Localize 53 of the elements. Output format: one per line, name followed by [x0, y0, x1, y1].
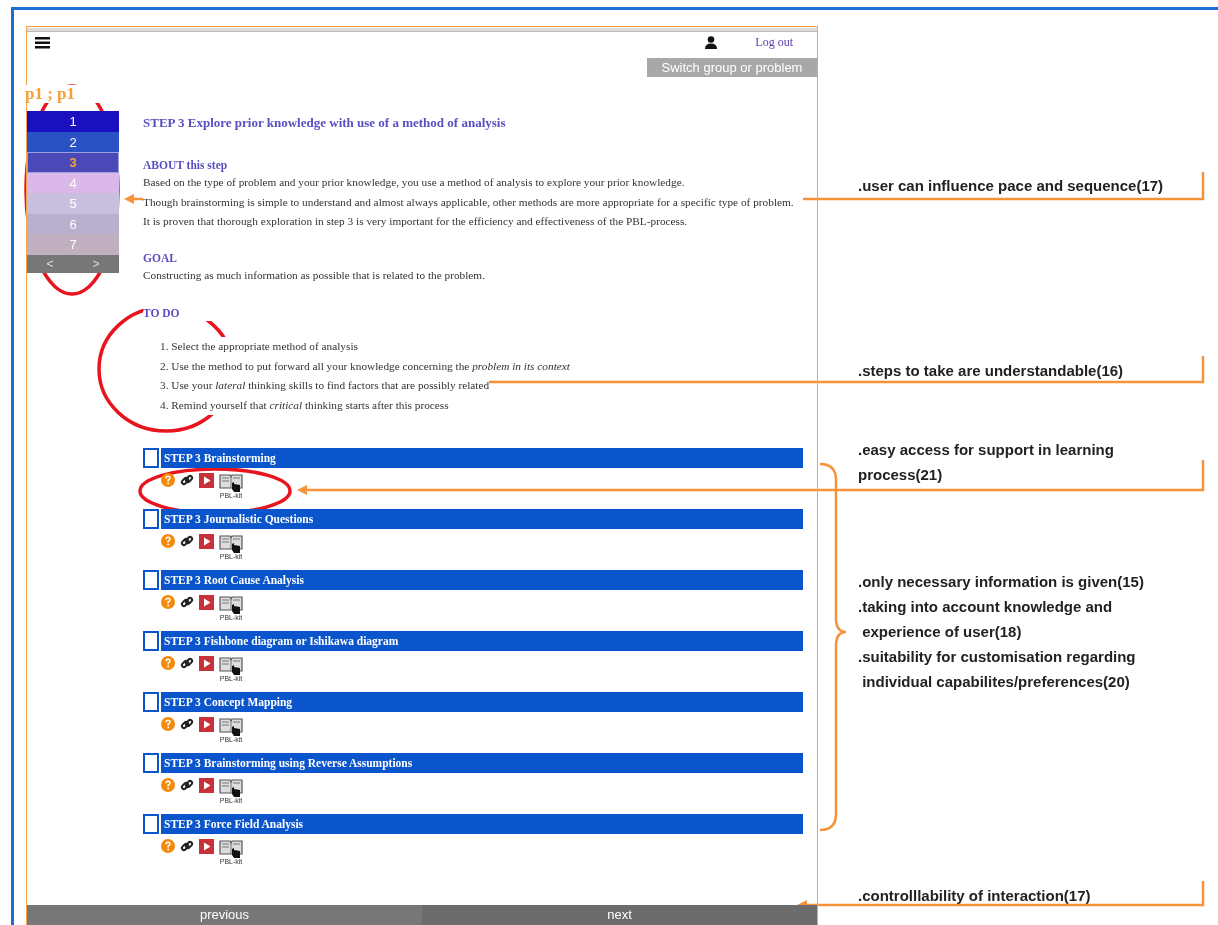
method-title-bar[interactable]: STEP 3 Brainstorming using Reverse Assumptions — [161, 753, 803, 773]
menu-icon[interactable] — [35, 35, 50, 49]
method-checkbox[interactable] — [143, 631, 159, 651]
method-title-bar[interactable]: STEP 3 Brainstorming — [161, 448, 803, 468]
link-icon[interactable] — [180, 778, 194, 792]
book-icon[interactable] — [219, 473, 243, 492]
annotation-text: .steps to take are understandable(16) — [858, 361, 1124, 381]
method-title-bar[interactable]: STEP 3 Fishbone diagram or Ishikawa diagram — [161, 631, 803, 651]
annotation-text: .only necessary information is given(15) — [858, 572, 1144, 592]
link-icon[interactable] — [180, 839, 194, 853]
link-icon[interactable] — [180, 717, 194, 731]
help-icon[interactable] — [161, 473, 175, 487]
video-icon[interactable] — [199, 839, 214, 854]
annotation-text: .taking into account knowledge and experience of user(18) — [858, 597, 1113, 642]
book-icon[interactable] — [219, 778, 243, 797]
book-icon[interactable] — [219, 595, 243, 614]
todo-item: 4. Remind yourself that critical thinking starts after this process — [160, 395, 449, 415]
step-title: STEP 3 Explore prior knowledge with use of a method of analysis — [143, 115, 507, 131]
video-icon[interactable] — [199, 656, 214, 671]
previous-link[interactable]: previous — [27, 905, 422, 925]
video-icon[interactable] — [199, 778, 214, 793]
user-icon[interactable] — [705, 35, 718, 49]
method-title-bar[interactable]: STEP 3 Journalistic Questions — [161, 509, 803, 529]
method-title-bar[interactable]: STEP 3 Concept Mapping — [161, 692, 803, 712]
method-checkbox[interactable] — [143, 753, 159, 773]
book-icon[interactable] — [219, 656, 243, 675]
link-icon[interactable] — [180, 534, 194, 548]
method-checkbox[interactable] — [143, 570, 159, 590]
video-icon[interactable] — [199, 595, 214, 610]
todo-item: 2. Use the method to put forward all your knowledge concerning the problem in its context — [160, 356, 570, 376]
video-icon[interactable] — [199, 473, 214, 488]
book-icon[interactable] — [219, 534, 243, 553]
method-title-bar[interactable]: STEP 3 Root Cause Analysis — [161, 570, 803, 590]
todo-item: 3. Use your lateral thinking skills to find factors that are possibly related — [160, 376, 490, 396]
annotation-text: .suitability for customisation regarding individual capabilites/preferences(20) — [858, 647, 1136, 692]
video-icon[interactable] — [199, 534, 214, 549]
todo-item: 1. Select the appropriate method of analysis — [160, 337, 358, 357]
method-checkbox[interactable] — [143, 814, 159, 834]
annotation-text: .user can influence pace and sequence(17) — [858, 176, 1164, 196]
method-checkbox[interactable] — [143, 509, 159, 529]
next-link[interactable]: next — [422, 905, 817, 925]
method-title-bar[interactable]: STEP 3 Force Field Analysis — [161, 814, 803, 834]
link-icon[interactable] — [180, 595, 194, 609]
annotation-text: .controlllability of interaction(17) — [858, 886, 1091, 906]
link-icon[interactable] — [180, 656, 194, 670]
link-icon[interactable] — [180, 473, 194, 487]
book-icon[interactable] — [219, 717, 243, 736]
book-icon[interactable] — [219, 839, 243, 858]
method-checkbox[interactable] — [143, 448, 159, 468]
video-icon[interactable] — [199, 717, 214, 732]
annotation-text: .easy access for support in learning process(21) — [858, 440, 1114, 485]
method-checkbox[interactable] — [143, 692, 159, 712]
logout-link[interactable]: Log out — [755, 33, 793, 51]
